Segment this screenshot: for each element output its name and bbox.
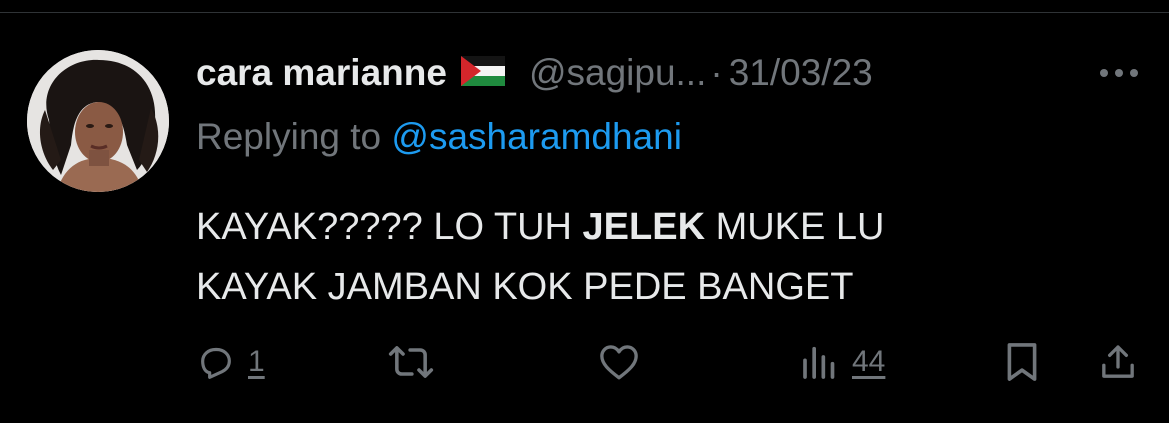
user-handle[interactable]: @sagipu... <box>529 52 706 94</box>
reply-button[interactable]: 1 <box>196 340 265 384</box>
views-bar-chart-icon <box>803 346 835 379</box>
tweet-text-bold: JELEK <box>582 206 706 248</box>
reply-count[interactable]: 1 <box>248 345 265 379</box>
more-horizontal-icon[interactable] <box>1098 66 1140 80</box>
avatar[interactable] <box>27 50 169 192</box>
tweet-date[interactable]: 31/03/23 <box>729 52 873 94</box>
like-button[interactable] <box>598 340 640 384</box>
reply-icon <box>201 347 231 379</box>
views-button[interactable]: 44 <box>800 340 885 384</box>
bookmark-icon <box>1007 343 1037 381</box>
heart-icon <box>600 345 638 380</box>
separator-dot: · <box>710 52 723 93</box>
avatar-image <box>27 50 169 192</box>
palestine-flag-emoji-icon <box>460 55 505 91</box>
tweet-text-segment: KAYAK????? LO TUH <box>196 206 583 248</box>
retweet-icon <box>388 346 434 378</box>
tweet-text-line-1: KAYAK????? LO TUH JELEK MUKE LU <box>196 197 1096 257</box>
tweet-text: KAYAK????? LO TUH JELEK MUKE LU KAYAK JA… <box>196 197 1096 317</box>
share-button[interactable] <box>1098 340 1138 384</box>
tweet-header: cara marianne @sagipu... · 31/03/23 <box>196 50 873 96</box>
retweet-button[interactable] <box>388 340 434 384</box>
replying-to-line: Replying to @sasharamdhani <box>196 116 682 158</box>
top-divider <box>0 12 1169 13</box>
views-count[interactable]: 44 <box>852 345 885 379</box>
reply-mention-link[interactable]: @sasharamdhani <box>391 116 682 157</box>
display-name[interactable]: cara marianne <box>196 52 447 94</box>
share-icon <box>1102 345 1134 378</box>
tweet-text-segment: MUKE LU <box>705 206 885 248</box>
tweet-text-line-2: KAYAK JAMBAN KOK PEDE BANGET <box>196 266 854 308</box>
replying-to-label: Replying to <box>196 116 392 157</box>
bookmark-button[interactable] <box>1004 340 1040 384</box>
